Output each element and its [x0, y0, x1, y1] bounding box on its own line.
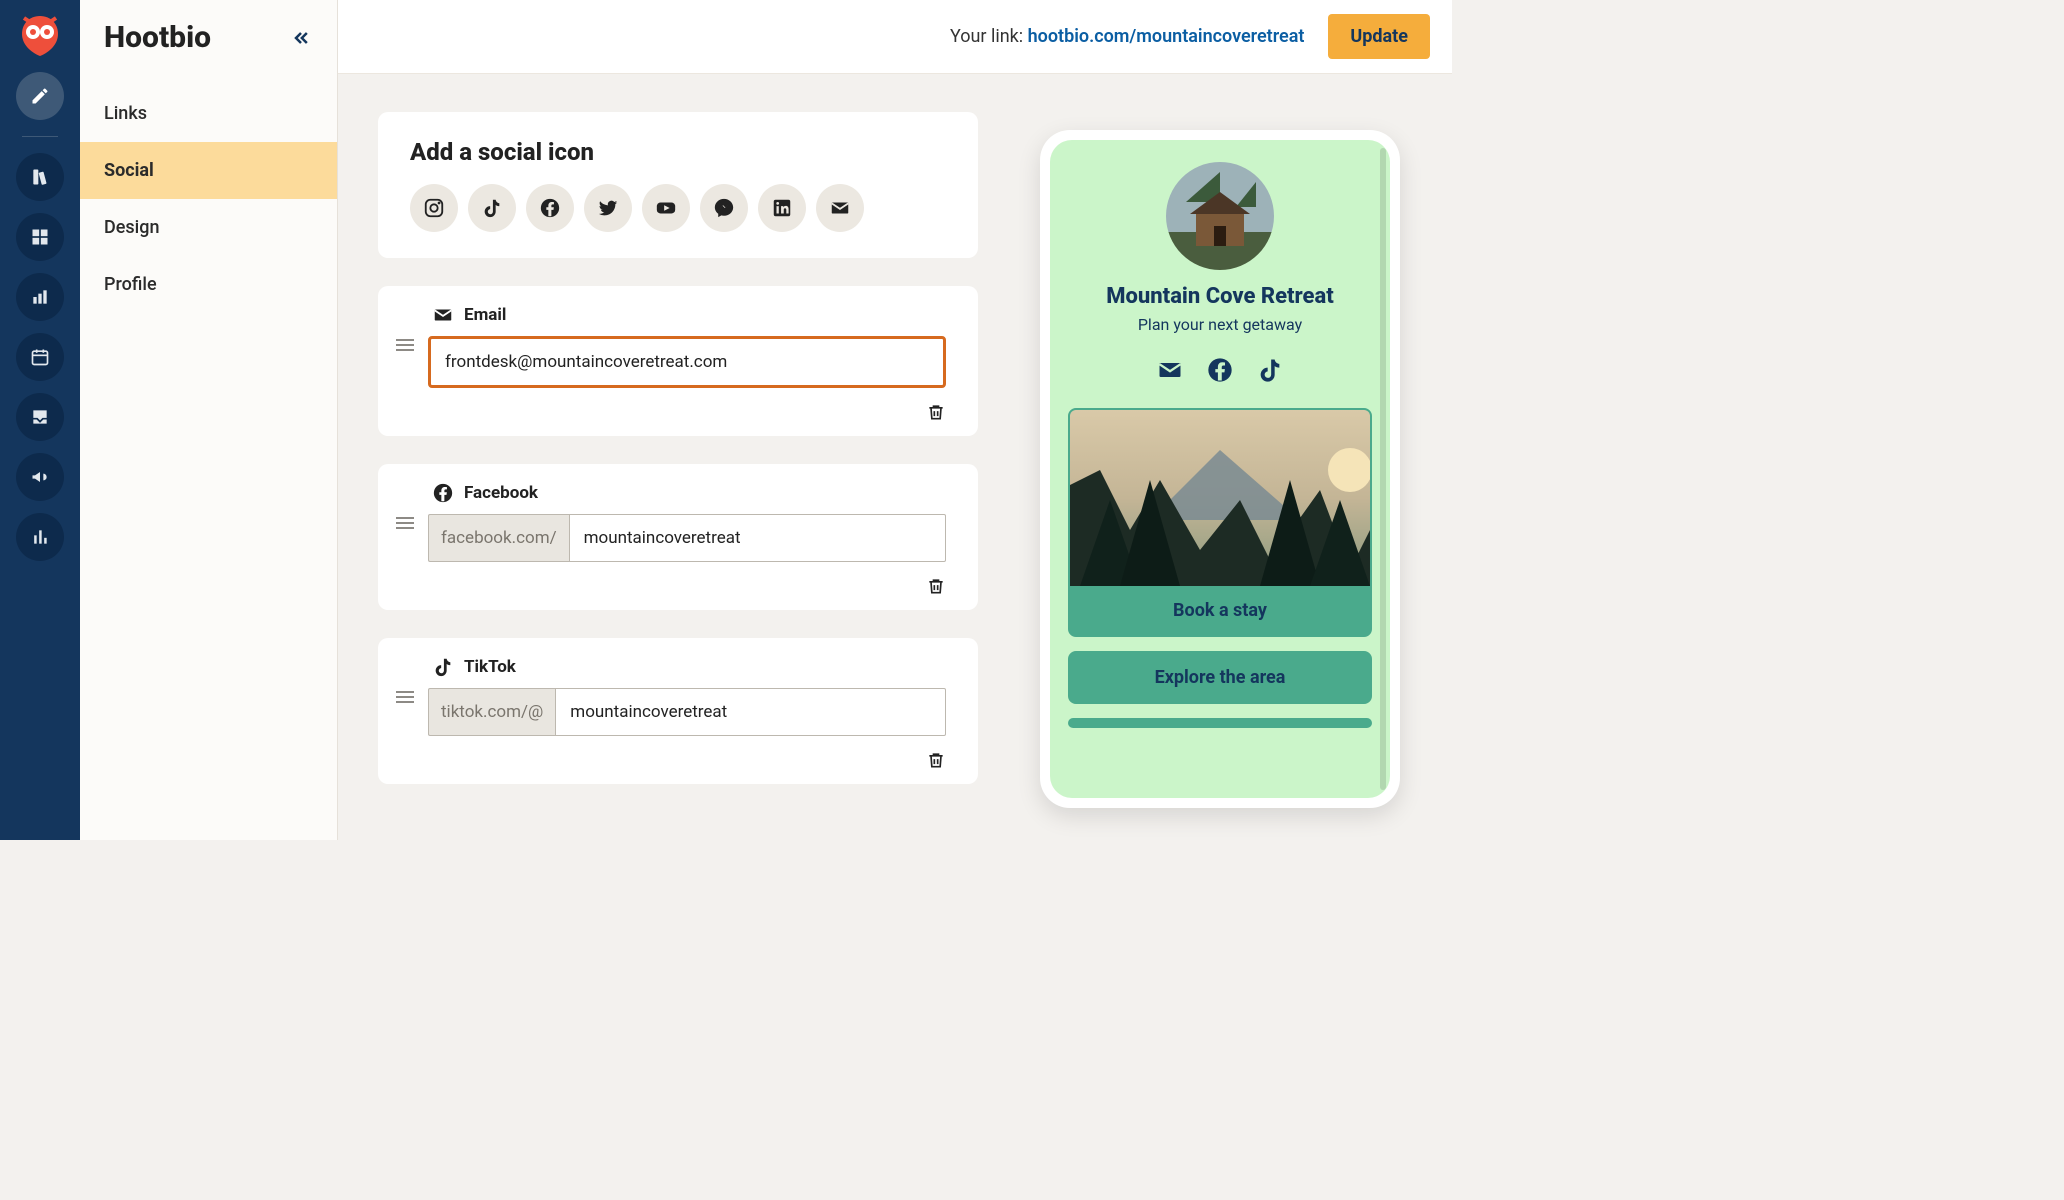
owl-logo	[16, 12, 64, 60]
facebook-icon	[539, 197, 561, 219]
calendar-icon	[30, 347, 50, 367]
social-tiktok-title: TikTok	[464, 657, 516, 677]
sidenav-links[interactable]: Links	[80, 85, 337, 142]
tiktok-icon	[1256, 356, 1284, 384]
add-social-card: Add a social icon	[378, 112, 978, 258]
add-youtube[interactable]	[642, 184, 690, 232]
social-facebook-title: Facebook	[464, 483, 538, 503]
social-tiktok-card: TikTok tiktok.com/@	[378, 638, 978, 784]
sidenav: Links Social Design Profile	[80, 85, 337, 313]
phone-preview: Mountain Cove Retreat Plan your next get…	[1040, 130, 1400, 808]
update-button[interactable]: Update	[1328, 14, 1430, 59]
main: Your link: hootbio.com/mountaincoveretre…	[338, 0, 1452, 840]
sidenav-social[interactable]: Social	[80, 142, 337, 199]
tiktok-prefix: tiktok.com/@	[428, 688, 555, 736]
add-tiktok[interactable]	[468, 184, 516, 232]
add-linkedin[interactable]	[758, 184, 806, 232]
facebook-prefix: facebook.com/	[428, 514, 569, 562]
delete-tiktok[interactable]	[926, 750, 946, 770]
preview-scrollbar[interactable]	[1380, 148, 1386, 790]
add-instagram[interactable]	[410, 184, 458, 232]
swatches-icon	[30, 167, 50, 187]
chevron-double-left-icon	[291, 28, 311, 48]
social-email-input[interactable]	[428, 336, 946, 388]
facebook-icon	[1206, 356, 1234, 384]
rail-analytics[interactable]	[16, 273, 64, 321]
tiktok-icon	[432, 656, 454, 678]
preview-name: Mountain Cove Retreat	[1068, 284, 1372, 309]
preview-link-2-label: Explore the area	[1155, 667, 1286, 688]
your-link-url[interactable]: hootbio.com/mountaincoveretreat	[1028, 26, 1305, 47]
preview-link-1-label: Book a stay	[1070, 586, 1370, 635]
social-tiktok-input[interactable]	[555, 688, 946, 736]
trash-icon	[926, 576, 946, 596]
trash-icon	[926, 402, 946, 422]
rail-compose[interactable]	[16, 72, 64, 120]
rail-barchart[interactable]	[16, 513, 64, 561]
preview-socials	[1068, 356, 1372, 384]
drag-handle[interactable]	[396, 304, 414, 352]
preview-link-bookastay[interactable]: Book a stay	[1068, 408, 1372, 637]
messenger-icon	[713, 197, 735, 219]
rail-megaphone[interactable]	[16, 453, 64, 501]
email-icon	[829, 197, 851, 219]
instagram-icon	[423, 197, 445, 219]
sidenav-design[interactable]: Design	[80, 199, 337, 256]
trash-icon	[926, 750, 946, 770]
preview-tagline: Plan your next getaway	[1068, 315, 1372, 334]
email-icon	[1156, 356, 1184, 384]
social-facebook-card: Facebook facebook.com/	[378, 464, 978, 610]
collapse-sidebar[interactable]	[289, 26, 313, 50]
tiktok-icon	[481, 197, 503, 219]
drag-handle[interactable]	[396, 656, 414, 704]
sidebar: Hootbio Links Social Design Profile	[80, 0, 338, 840]
email-icon	[432, 304, 454, 326]
twitter-icon	[597, 197, 619, 219]
drag-icon	[396, 516, 414, 530]
topbar: Your link: hootbio.com/mountaincoveretre…	[338, 0, 1452, 74]
social-email-card: Email	[378, 286, 978, 436]
drag-icon	[396, 338, 414, 352]
add-social-options	[410, 184, 946, 232]
forms-column: Add a social icon	[378, 112, 978, 840]
add-messenger[interactable]	[700, 184, 748, 232]
megaphone-icon	[30, 467, 50, 487]
sidenav-profile[interactable]: Profile	[80, 256, 337, 313]
icon-rail	[0, 0, 80, 840]
delete-email[interactable]	[926, 402, 946, 422]
preview-column: Mountain Cove Retreat Plan your next get…	[1018, 112, 1422, 840]
youtube-icon	[655, 197, 677, 219]
your-link-label: Your link:	[950, 26, 1023, 47]
brand-title: Hootbio	[104, 20, 211, 55]
rail-grid[interactable]	[16, 213, 64, 261]
linkedin-icon	[771, 197, 793, 219]
add-social-heading: Add a social icon	[410, 138, 946, 166]
add-facebook[interactable]	[526, 184, 574, 232]
rail-inbox[interactable]	[16, 393, 64, 441]
analytics-icon	[30, 287, 50, 307]
drag-icon	[396, 690, 414, 704]
preview-link-image	[1070, 410, 1370, 586]
delete-facebook[interactable]	[926, 576, 946, 596]
your-link: Your link: hootbio.com/mountaincoveretre…	[950, 26, 1304, 47]
social-email-title: Email	[464, 305, 506, 325]
grid-icon	[30, 227, 50, 247]
preview-link-explore[interactable]: Explore the area	[1068, 651, 1372, 704]
social-facebook-input[interactable]	[569, 514, 946, 562]
compose-icon	[30, 86, 50, 106]
inbox-icon	[30, 407, 50, 427]
add-email[interactable]	[816, 184, 864, 232]
facebook-icon	[432, 482, 454, 504]
profile-avatar	[1166, 162, 1274, 270]
drag-handle[interactable]	[396, 482, 414, 530]
rail-swatches[interactable]	[16, 153, 64, 201]
add-twitter[interactable]	[584, 184, 632, 232]
bar-chart-icon	[30, 527, 50, 547]
preview-link-partial[interactable]	[1068, 718, 1372, 728]
rail-calendar[interactable]	[16, 333, 64, 381]
